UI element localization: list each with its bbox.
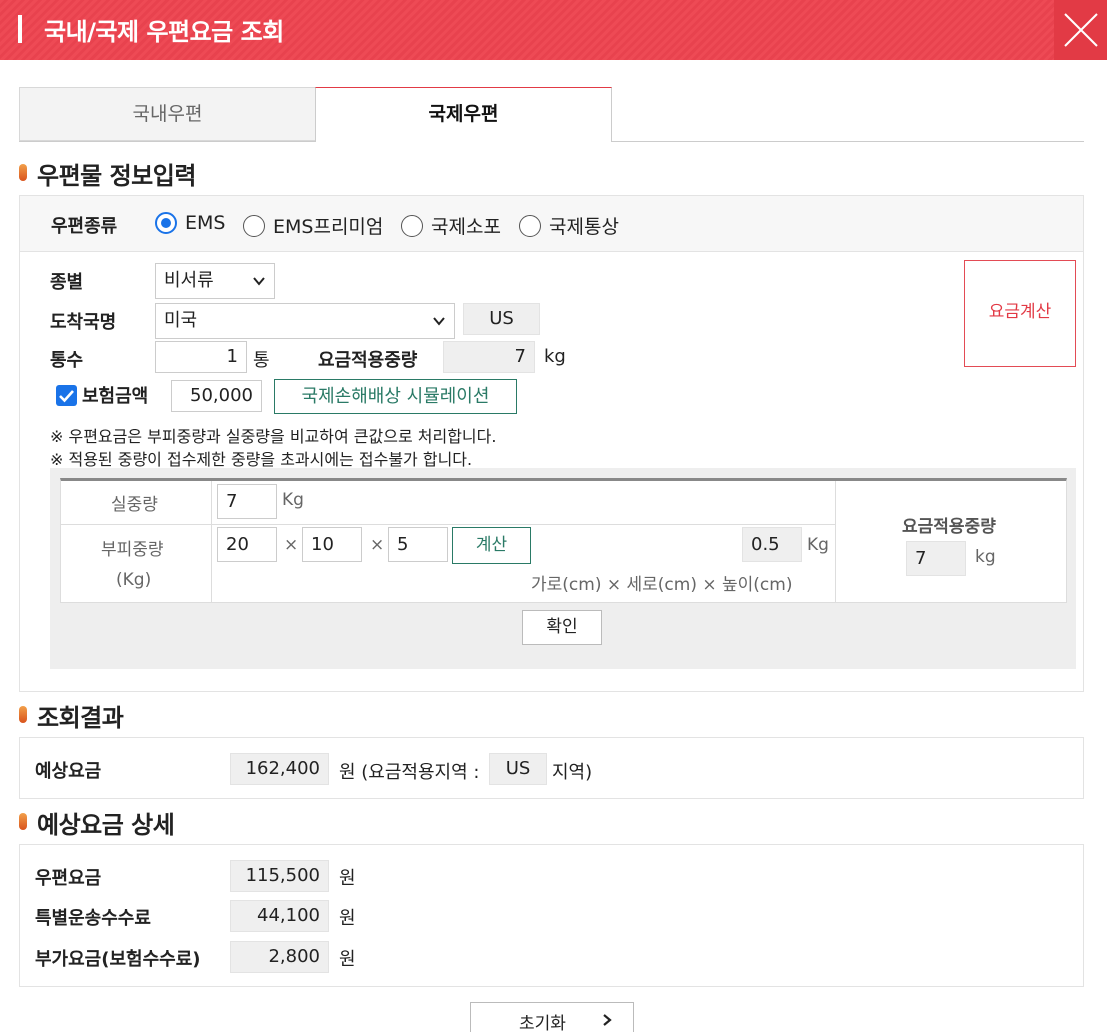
calculate-fee-button[interactable]: 요금계산 <box>964 260 1076 367</box>
confirm-button[interactable]: 확인 <box>522 610 602 645</box>
special-transport-fee-unit: 원 <box>339 908 356 929</box>
chevron-down-icon <box>433 317 445 326</box>
damage-simulation-button[interactable]: 국제손해배상 시뮬레이션 <box>274 379 517 414</box>
radio-intl-letter-label: 국제통상 <box>549 216 619 238</box>
count-label: 통수 <box>50 350 84 371</box>
insurance-fee-label: 부가요금(보험수수료) <box>35 949 201 970</box>
category-select[interactable]: 비서류 <box>155 263 275 299</box>
section-bullet-icon <box>19 813 27 830</box>
postage-unit: 원 <box>339 868 356 889</box>
postage-label: 우편요금 <box>35 868 102 889</box>
radio-unselected-icon <box>401 214 423 237</box>
divider <box>211 481 212 603</box>
close-icon <box>1064 13 1098 47</box>
volume-calc-button[interactable]: 계산 <box>452 527 531 564</box>
radio-ems-premium[interactable]: EMS프리미엄 <box>243 212 383 239</box>
section-title-text: 예상요금 상세 <box>37 811 175 839</box>
calc-applied-weight-value: 7 <box>906 541 966 576</box>
radio-ems-label: EMS <box>185 212 226 234</box>
divider <box>835 481 836 603</box>
destination-select[interactable]: 미국 <box>155 303 455 339</box>
mail-type-bar: 우편종류 EMS EMS프리미엄 국제소포 국제통상 <box>19 195 1084 252</box>
title-accent-bar <box>18 15 22 43</box>
section-title-text: 우편물 정보입력 <box>37 162 196 190</box>
reset-button-label: 초기화 <box>519 1014 566 1032</box>
estimated-fee-value: 162,400 <box>230 753 329 785</box>
radio-unselected-icon <box>519 214 541 237</box>
radio-intl-parcel-label: 국제소포 <box>431 216 501 238</box>
checkmark-icon <box>59 390 74 403</box>
width-input[interactable]: 20 <box>217 527 277 562</box>
section-title-text: 조회결과 <box>37 704 124 732</box>
height-input[interactable]: 5 <box>388 527 448 562</box>
insurance-fee-value: 2,800 <box>230 941 329 973</box>
times-sign: × <box>284 535 299 555</box>
radio-selected-icon <box>155 212 177 234</box>
applied-weight-unit: kg <box>544 346 566 367</box>
count-input[interactable]: 1 <box>155 341 247 373</box>
section-title-result: 조회결과 <box>19 698 124 733</box>
volume-weight-unit: Kg <box>807 535 829 555</box>
volume-weight-label: 부피중량 <box>101 540 164 560</box>
country-code: US <box>463 303 540 335</box>
mail-type-label: 우편종류 <box>51 216 118 237</box>
actual-weight-input[interactable]: 7 <box>217 484 277 519</box>
actual-weight-unit: Kg <box>282 490 304 510</box>
applied-weight-value: 7 <box>443 341 535 373</box>
actual-weight-label: 실중량 <box>111 495 158 515</box>
window-title: 국내/국제 우편요금 조회 <box>44 18 284 46</box>
title-bar: 국내/국제 우편요금 조회 <box>0 0 1107 60</box>
calc-applied-weight-label: 요금적용중량 <box>902 517 996 537</box>
close-button[interactable] <box>1054 0 1107 60</box>
section-bullet-icon <box>19 706 27 723</box>
fee-zone-suffix: 지역) <box>552 762 593 783</box>
divider <box>61 524 835 525</box>
special-transport-fee-value: 44,100 <box>230 900 329 932</box>
count-unit: 통 <box>253 350 270 371</box>
volume-weight-result: 0.5 <box>742 527 802 562</box>
radio-unselected-icon <box>243 214 265 237</box>
radio-intl-letter[interactable]: 국제통상 <box>519 212 619 239</box>
section-title-input: 우편물 정보입력 <box>19 156 196 191</box>
volume-weight-sublabel: (Kg) <box>116 570 152 590</box>
insurance-label: 보험금액 <box>82 386 149 407</box>
category-value: 비서류 <box>164 270 214 291</box>
dimensions-hint: 가로(cm) × 세로(cm) × 높이(cm) <box>531 575 793 595</box>
chevron-right-icon <box>603 1014 612 1026</box>
radio-ems-premium-label: EMS프리미엄 <box>273 216 384 238</box>
tab-domestic[interactable]: 국내우편 <box>19 87 316 141</box>
insurance-checkbox[interactable] <box>56 385 77 406</box>
applied-weight-label: 요금적용중량 <box>318 350 418 371</box>
fee-zone-value: US <box>489 753 547 785</box>
category-label: 종별 <box>50 272 84 293</box>
length-input[interactable]: 10 <box>302 527 362 562</box>
estimated-fee-label: 예상요금 <box>35 761 102 782</box>
tab-bar: 국내우편 국제우편 <box>19 87 1084 142</box>
note-1: ※ 우편요금은 부피중량과 실중량을 비교하여 큰값으로 처리합니다. <box>50 427 497 446</box>
note-2: ※ 적용된 중량이 접수제한 중량을 초과시에는 접수불가 합니다. <box>50 450 473 469</box>
fee-zone-prefix: 원 (요금적용지역 : <box>339 762 480 783</box>
calc-applied-weight-unit: kg <box>975 547 996 567</box>
tab-international[interactable]: 국제우편 <box>315 87 612 142</box>
radio-ems[interactable]: EMS <box>155 212 225 234</box>
radio-intl-parcel[interactable]: 국제소포 <box>401 212 501 239</box>
chevron-down-icon <box>253 277 265 286</box>
postage-value: 115,500 <box>230 860 329 892</box>
reset-button[interactable]: 초기화 <box>470 1002 634 1032</box>
section-title-detail: 예상요금 상세 <box>19 805 175 840</box>
section-bullet-icon <box>19 164 27 181</box>
destination-value: 미국 <box>164 310 198 331</box>
insurance-fee-unit: 원 <box>339 949 356 970</box>
times-sign: × <box>370 535 385 555</box>
destination-label: 도착국명 <box>50 312 117 333</box>
insurance-amount-input[interactable]: 50,000 <box>171 380 262 412</box>
special-transport-fee-label: 특별운송수수료 <box>35 908 151 929</box>
